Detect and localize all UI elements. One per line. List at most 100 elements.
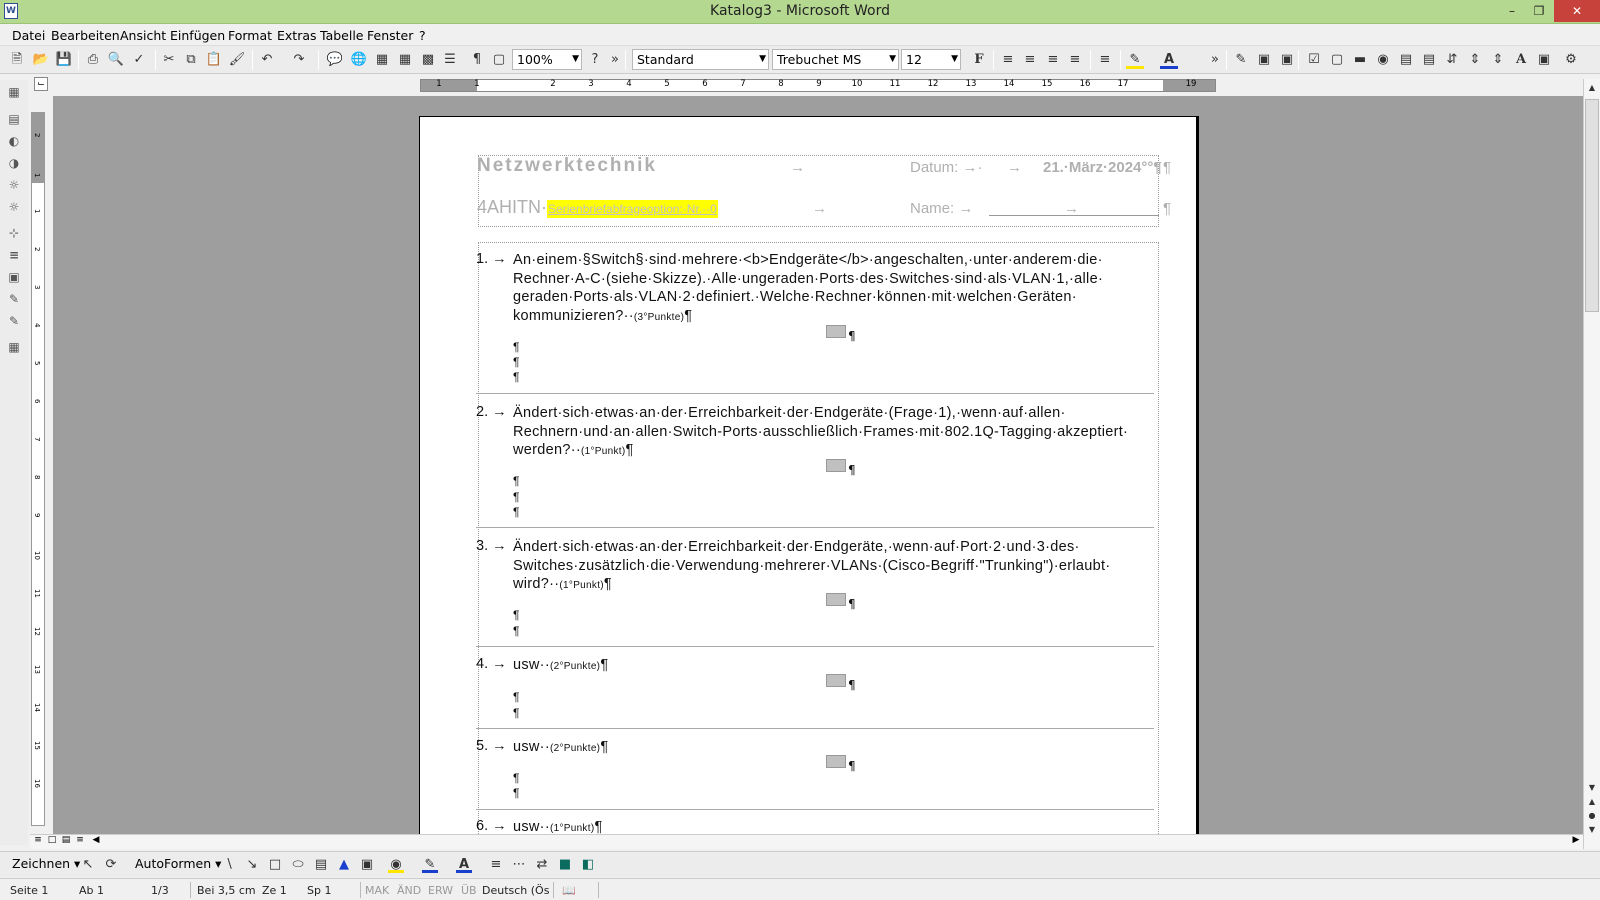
menu-fenster[interactable]: Fenster — [367, 28, 413, 43]
horizontal-scrollbar[interactable]: ≡ □ ▤ ≡ ◀ ▶ — [30, 834, 1583, 849]
spellcheck-status-icon[interactable]: 📖 — [562, 884, 576, 897]
print-view-icon[interactable]: ▤ — [60, 835, 72, 845]
align-right-icon[interactable]: ≡ — [1044, 51, 1062, 69]
set-transparent-icon[interactable]: ✎ — [5, 290, 23, 308]
menu-bearbeiten[interactable]: Bearbeiten — [51, 28, 120, 43]
textbox-icon[interactable]: ▤ — [313, 857, 329, 873]
image-contrast-icon[interactable]: ◑ — [5, 154, 23, 172]
paragraph-marks-icon[interactable]: ¶ — [468, 51, 486, 69]
style-select[interactable]: Standard ▼ — [632, 49, 769, 70]
help-icon[interactable]: ? — [586, 51, 604, 69]
scroll-down-icon[interactable]: ▼ — [1585, 781, 1599, 795]
rectangle-icon[interactable]: □ — [267, 857, 283, 873]
outline-view-icon[interactable]: ≡ — [74, 835, 86, 845]
pen-icon[interactable]: ✎ — [5, 312, 23, 330]
save-icon[interactable]: 💾 — [55, 51, 73, 69]
drawing-toggle-icon[interactable]: ▢ — [490, 51, 508, 69]
form-field-placeholder[interactable] — [826, 593, 846, 606]
scroll-up-icon[interactable]: ▲ — [1585, 81, 1599, 95]
zoom-select[interactable]: 100% ▼ — [512, 49, 582, 70]
line-color-icon[interactable]: ✎ — [422, 857, 438, 873]
form-field-placeholder[interactable] — [826, 674, 846, 687]
menu-format[interactable]: Format — [228, 28, 272, 43]
listbox-icon[interactable]: ▤ — [1397, 51, 1415, 69]
image-control-icon[interactable]: ▣ — [1535, 51, 1553, 69]
line-icon[interactable]: ∖ — [221, 857, 237, 873]
columns-icon[interactable]: ☰ — [441, 51, 459, 69]
font-select[interactable]: Trebuchet MS ▼ — [772, 49, 899, 70]
oval-icon[interactable]: ⬭ — [290, 857, 306, 873]
menu-einfuegen[interactable]: Einfügen — [170, 28, 225, 43]
3d-icon[interactable]: ◧ — [580, 857, 596, 873]
line-style-icon[interactable]: ≡ — [5, 246, 23, 264]
menu-ansicht[interactable]: Ansicht — [120, 28, 166, 43]
clipart-icon[interactable]: ▣ — [359, 857, 375, 873]
web-icon[interactable]: 🌐 — [350, 51, 368, 69]
fill-color-icon[interactable]: ◉ — [388, 857, 404, 873]
menu-help[interactable]: ? — [419, 28, 426, 43]
browse-object-icon[interactable]: ● — [1585, 809, 1599, 823]
open-icon[interactable]: 📂 — [32, 51, 50, 69]
paste-icon[interactable]: 📋 — [205, 51, 223, 69]
select-objects-icon[interactable]: ↖ — [80, 857, 96, 873]
status-extend[interactable]: ERW — [428, 884, 453, 897]
spin-button-icon[interactable]: ⇕ — [1466, 51, 1484, 69]
option-button-icon[interactable]: ◉ — [1374, 51, 1392, 69]
free-rotate-icon[interactable]: ⟳ — [103, 857, 119, 873]
comment-icon[interactable]: 💬 — [326, 51, 344, 69]
bullets-icon[interactable]: ≡ — [1096, 51, 1114, 69]
status-track-changes[interactable]: ÄND — [397, 884, 421, 897]
format-painter-icon[interactable]: 🖌 — [228, 51, 246, 69]
form-field-placeholder[interactable] — [826, 755, 846, 768]
vertical-scrollbar[interactable]: ▲ ▼ ▲ ● ▼ — [1583, 79, 1600, 849]
command-button-icon[interactable]: ▬ — [1351, 51, 1369, 69]
forms-icon-2[interactable]: ▣ — [1255, 51, 1273, 69]
more-controls-icon[interactable]: ⚙ — [1562, 51, 1580, 69]
font-size-select[interactable]: 12 ▼ — [901, 49, 961, 70]
scroll-right-icon[interactable]: ▶ — [1570, 835, 1582, 845]
form-field-placeholder[interactable] — [826, 325, 846, 338]
print-preview-icon[interactable]: 🔍 — [107, 51, 125, 69]
properties-icon[interactable]: ▤ — [5, 110, 23, 128]
combobox-icon[interactable]: ▤ — [1420, 51, 1438, 69]
checkbox-control-icon[interactable]: ☑ — [1305, 51, 1323, 69]
menu-tabelle[interactable]: Tabelle — [320, 28, 364, 43]
next-page-icon[interactable]: ▼ — [1585, 823, 1599, 837]
status-overtype[interactable]: ÜB — [461, 884, 477, 897]
tables-borders-icon[interactable]: ▦ — [373, 51, 391, 69]
new-doc-icon[interactable]: 🗎 — [8, 51, 26, 69]
font-color-icon[interactable]: A — [1160, 51, 1178, 69]
scrollbar-control-icon[interactable]: ⇕ — [1489, 51, 1507, 69]
cut-icon[interactable]: ✂ — [160, 51, 178, 69]
shadow-icon[interactable]: ■ — [557, 857, 573, 873]
justify-icon[interactable]: ≡ — [1066, 51, 1084, 69]
forms-icon-3[interactable]: ▣ — [1278, 51, 1296, 69]
line-style-icon[interactable]: ≡ — [488, 857, 504, 873]
menu-extras[interactable]: Extras — [277, 28, 317, 43]
design-mode-icon[interactable]: ▦ — [5, 83, 23, 101]
status-language[interactable]: Deutsch (Ös — [482, 884, 549, 897]
menu-datei[interactable]: Datei — [12, 28, 45, 43]
spellcheck-icon[interactable]: ✓ — [130, 51, 148, 69]
more-icon[interactable]: » — [606, 51, 624, 69]
bold-button[interactable]: F — [970, 51, 988, 69]
form-field-placeholder[interactable] — [826, 459, 846, 472]
arrow-icon[interactable]: ↘ — [244, 857, 260, 873]
dash-style-icon[interactable]: ⋯ — [511, 857, 527, 873]
brightness-up-icon[interactable]: ☼ — [5, 176, 23, 194]
more-icon[interactable]: » — [1206, 51, 1224, 69]
restore-button[interactable]: ❐ — [1524, 0, 1554, 22]
highlight-icon[interactable]: ✎ — [1126, 51, 1144, 69]
mergefield-highlight[interactable]: Serienbriefabfrageoption:·Nr.··0 — [547, 200, 718, 218]
align-center-icon[interactable]: ≡ — [1021, 51, 1039, 69]
undo-icon[interactable]: ↶ — [258, 51, 276, 69]
redo-icon[interactable]: ↷ — [290, 51, 308, 69]
reset-picture-icon[interactable]: ▦ — [5, 338, 23, 356]
insert-excel-icon[interactable]: ▩ — [419, 51, 437, 69]
scroll-left-icon[interactable]: ◀ — [90, 835, 102, 845]
status-macro[interactable]: MAK — [365, 884, 389, 897]
toggle-button-icon[interactable]: ⇵ — [1443, 51, 1461, 69]
scroll-thumb[interactable] — [1585, 99, 1599, 312]
draw-menu[interactable]: Zeichnen ▾ — [12, 856, 80, 871]
font-color-icon[interactable]: A — [456, 857, 472, 873]
